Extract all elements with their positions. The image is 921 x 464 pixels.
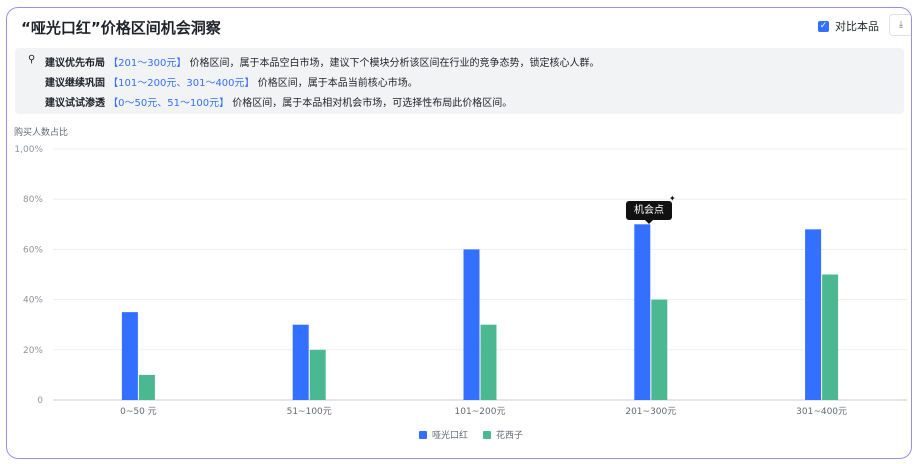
y-tick-label: 1,00%	[14, 145, 43, 155]
bar-series2[interactable]	[309, 349, 326, 400]
bar-chart: 购买人数占比 0 20% 40% 60% 80% 1,00% 0~50 元 51~100元 1…	[14, 126, 907, 441]
y-tick-label: 0	[37, 396, 43, 406]
bar-series1[interactable]	[463, 249, 480, 400]
bar-series2[interactable]	[822, 274, 839, 401]
bar-series1[interactable]	[121, 312, 138, 400]
bar-series1[interactable]	[292, 324, 309, 400]
x-tick-label: 101~200元	[455, 407, 506, 417]
x-tick-label: 301~400元	[796, 407, 847, 417]
tooltip-label: 机会点	[634, 205, 664, 216]
legend-label: 花西子	[496, 429, 523, 441]
x-tick-label: 201~300元	[625, 407, 676, 417]
sparkle-icon: ✦	[669, 194, 676, 203]
opportunity-tooltip: 机会点	[626, 201, 672, 224]
y-tick-label: 80%	[23, 195, 43, 205]
legend-swatch	[483, 431, 491, 439]
y-tick-label: 40%	[23, 296, 43, 306]
y-axis-label: 购买人数占比	[14, 126, 68, 138]
legend-swatch	[419, 431, 427, 439]
y-tick-label: 20%	[23, 346, 43, 356]
bar-series1[interactable]	[634, 224, 651, 400]
y-tick-label: 60%	[23, 245, 43, 255]
bar-series2[interactable]	[138, 374, 155, 400]
bar-series2[interactable]	[480, 324, 497, 400]
chart-card: “哑光口红”价格区间机会洞察 ✓ 对比本品 ⤓ ⚲ 建议优先布局 【201～30…	[6, 7, 912, 459]
x-tick-label: 51~100元	[287, 407, 332, 417]
legend-label: 哑光口红	[432, 429, 468, 441]
x-tick-label: 0~50 元	[120, 407, 157, 417]
bar-series1[interactable]	[805, 229, 822, 400]
bar-series2[interactable]	[651, 299, 668, 400]
